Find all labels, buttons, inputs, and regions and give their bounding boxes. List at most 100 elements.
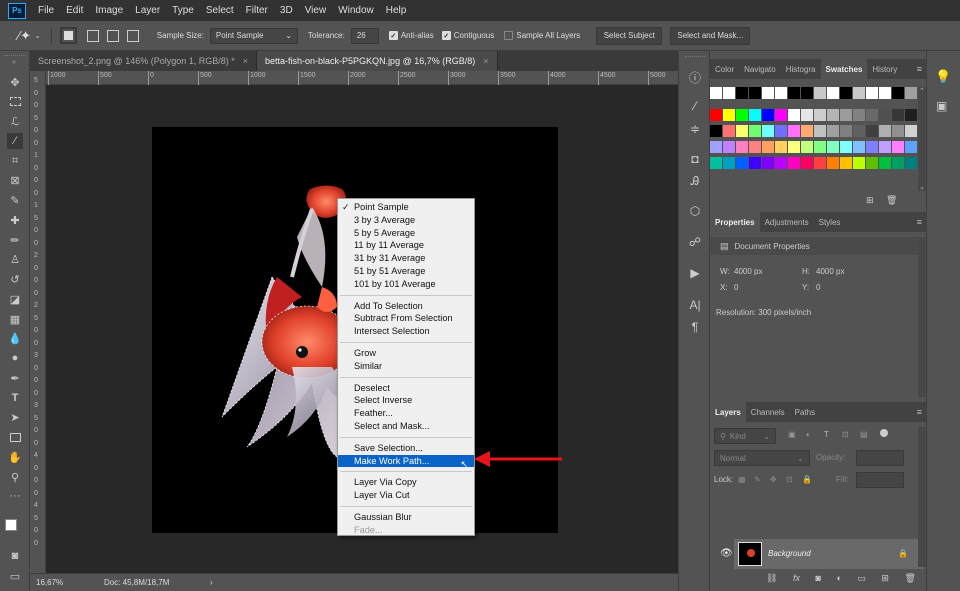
fx-icon[interactable]: fx [793, 573, 800, 584]
swatch[interactable] [762, 157, 774, 169]
marquee-tool-icon[interactable] [7, 93, 23, 109]
tab-paths[interactable]: Paths [790, 402, 820, 422]
swatch[interactable] [827, 109, 839, 121]
swatch[interactable] [723, 109, 735, 121]
move-tool-icon[interactable]: ✥ [7, 74, 23, 90]
menu-item-layer-via-cut[interactable]: Layer Via Cut [338, 489, 474, 502]
chevron-down-icon[interactable]: ⌄ [34, 31, 41, 40]
swatch[interactable] [762, 141, 774, 153]
swatch[interactable] [853, 157, 865, 169]
tab-betta-fish[interactable]: betta-fish-on-black-P5PGKQN.jpg @ 16,7% … [257, 51, 498, 71]
menu-item-intersect-selection[interactable]: Intersect Selection [338, 325, 474, 338]
screen-mode-icon[interactable]: ▭ [7, 568, 23, 584]
properties-scrollbar[interactable] [918, 237, 926, 397]
swatch[interactable] [827, 125, 839, 137]
swatch[interactable] [879, 125, 891, 137]
swatch[interactable] [892, 87, 904, 99]
swatch[interactable] [788, 125, 800, 137]
zoom-tool-icon[interactable]: ⚲ [7, 469, 23, 485]
new-layer-icon[interactable]: ⊞ [881, 573, 889, 584]
path-selection-tool-icon[interactable]: ➤ [7, 409, 23, 425]
swatch[interactable] [710, 141, 722, 153]
swatch[interactable] [736, 141, 748, 153]
swatch[interactable] [827, 141, 839, 153]
close-icon[interactable]: × [483, 56, 488, 66]
tab-histogram[interactable]: Histogra [781, 59, 821, 79]
menu-help[interactable]: Help [380, 5, 413, 16]
swatch[interactable] [814, 109, 826, 121]
swatch[interactable] [710, 109, 722, 121]
swatch[interactable] [775, 157, 787, 169]
healing-brush-tool-icon[interactable]: ✚ [7, 212, 23, 228]
blend-mode-select[interactable]: Normal ⌄ [714, 450, 810, 466]
play-actions-icon[interactable]: ▶ [687, 265, 703, 281]
gradient-tool-icon[interactable]: ▦ [7, 311, 23, 327]
menu-view[interactable]: View [299, 5, 333, 16]
tab-screenshot-2[interactable]: Screenshot_2.png @ 146% (Polygon 1, RGB/… [30, 51, 258, 71]
menu-item-add-to-selection[interactable]: Add To Selection [338, 300, 474, 313]
vertical-ruler[interactable]: 5 0 0 5 0 0 1 0 0 0 1 5 0 0 2 0 0 0 2 5 0 0 3 0 0 0 3 5 0 0 4 0 0 0 4 5 0 0 [30, 71, 46, 573]
height-value[interactable]: 4000 px [816, 267, 844, 276]
menu-edit[interactable]: Edit [60, 5, 89, 16]
menu-item-11-by-11-average[interactable]: 11 by 11 Average [338, 239, 474, 252]
swatch[interactable] [866, 109, 878, 121]
swatch[interactable] [801, 157, 813, 169]
swatch[interactable] [892, 125, 904, 137]
info-icon[interactable]: ⓘ [687, 69, 703, 85]
tab-color[interactable]: Color [710, 59, 739, 79]
tolerance-input[interactable]: 26 [350, 27, 379, 44]
swatch[interactable] [905, 87, 917, 99]
swatch[interactable] [788, 141, 800, 153]
menu-item-3-by-3-average[interactable]: 3 by 3 Average [338, 214, 474, 227]
swatch[interactable] [892, 109, 904, 121]
lock-image-icon[interactable]: ✎ [754, 475, 761, 484]
add-mask-icon[interactable]: ◙ [815, 573, 820, 584]
dodge-tool-icon[interactable]: ● [7, 350, 23, 366]
history-brush-tool-icon[interactable]: ↺ [7, 271, 23, 287]
y-value[interactable]: 0 [816, 283, 820, 292]
tab-layers[interactable]: Layers [710, 402, 746, 422]
swatch[interactable] [723, 87, 735, 99]
magic-wand-tool-preset-icon[interactable]: ⁄✦ [18, 28, 31, 44]
contiguous-checkbox[interactable]: ✓ [441, 31, 451, 40]
layer-row-background[interactable]: 👁 Background 🔒 [720, 539, 924, 569]
filter-smart-object-icon[interactable]: ▤ [860, 430, 868, 439]
lock-all-icon[interactable]: 🔒 [802, 475, 812, 484]
swatch[interactable] [762, 125, 774, 137]
add-to-selection-icon[interactable] [86, 29, 99, 42]
menu-item-gaussian-blur[interactable]: Gaussian Blur [338, 511, 474, 524]
x-value[interactable]: 0 [734, 283, 738, 292]
collapse-icon[interactable]: » [12, 59, 16, 66]
lock-artboard-icon[interactable]: ⊡ [786, 475, 793, 484]
swatch[interactable] [762, 87, 774, 99]
delete-layer-icon[interactable]: 🗑 [904, 573, 915, 584]
libraries-icon[interactable]: ☍ [687, 234, 703, 250]
crop-tool-icon[interactable]: ⌗ [7, 153, 23, 169]
swatch[interactable] [814, 157, 826, 169]
swatch[interactable] [827, 87, 839, 99]
panel-menu-icon[interactable]: ≡ [917, 217, 922, 227]
menu-item-select-and-mask[interactable]: Select and Mask... [338, 420, 474, 433]
swatches-scrollbar[interactable]: ⌃ ⌄ [918, 87, 926, 191]
swatch[interactable] [840, 109, 852, 121]
frame-tool-icon[interactable]: ⊠ [7, 172, 23, 188]
swatch[interactable] [866, 87, 878, 99]
swatch[interactable] [905, 109, 917, 121]
visibility-eye-icon[interactable]: 👁 [720, 548, 733, 559]
swatch[interactable] [723, 125, 735, 137]
swatch[interactable] [749, 109, 761, 121]
swatch[interactable] [853, 87, 865, 99]
swatch[interactable] [775, 141, 787, 153]
eyedropper-tool-icon[interactable]: ✎ [7, 192, 23, 208]
swatch[interactable] [840, 125, 852, 137]
swatch[interactable] [853, 109, 865, 121]
swatch[interactable] [879, 109, 891, 121]
swatch[interactable] [788, 109, 800, 121]
layers-scrollbar[interactable] [918, 427, 926, 567]
select-and-mask-button[interactable]: Select and Mask... [670, 26, 751, 45]
swatch[interactable] [710, 157, 722, 169]
anti-alias-checkbox[interactable]: ✓ [388, 31, 398, 40]
swatch[interactable] [736, 157, 748, 169]
swatch[interactable] [866, 125, 878, 137]
close-icon[interactable]: × [243, 56, 248, 66]
